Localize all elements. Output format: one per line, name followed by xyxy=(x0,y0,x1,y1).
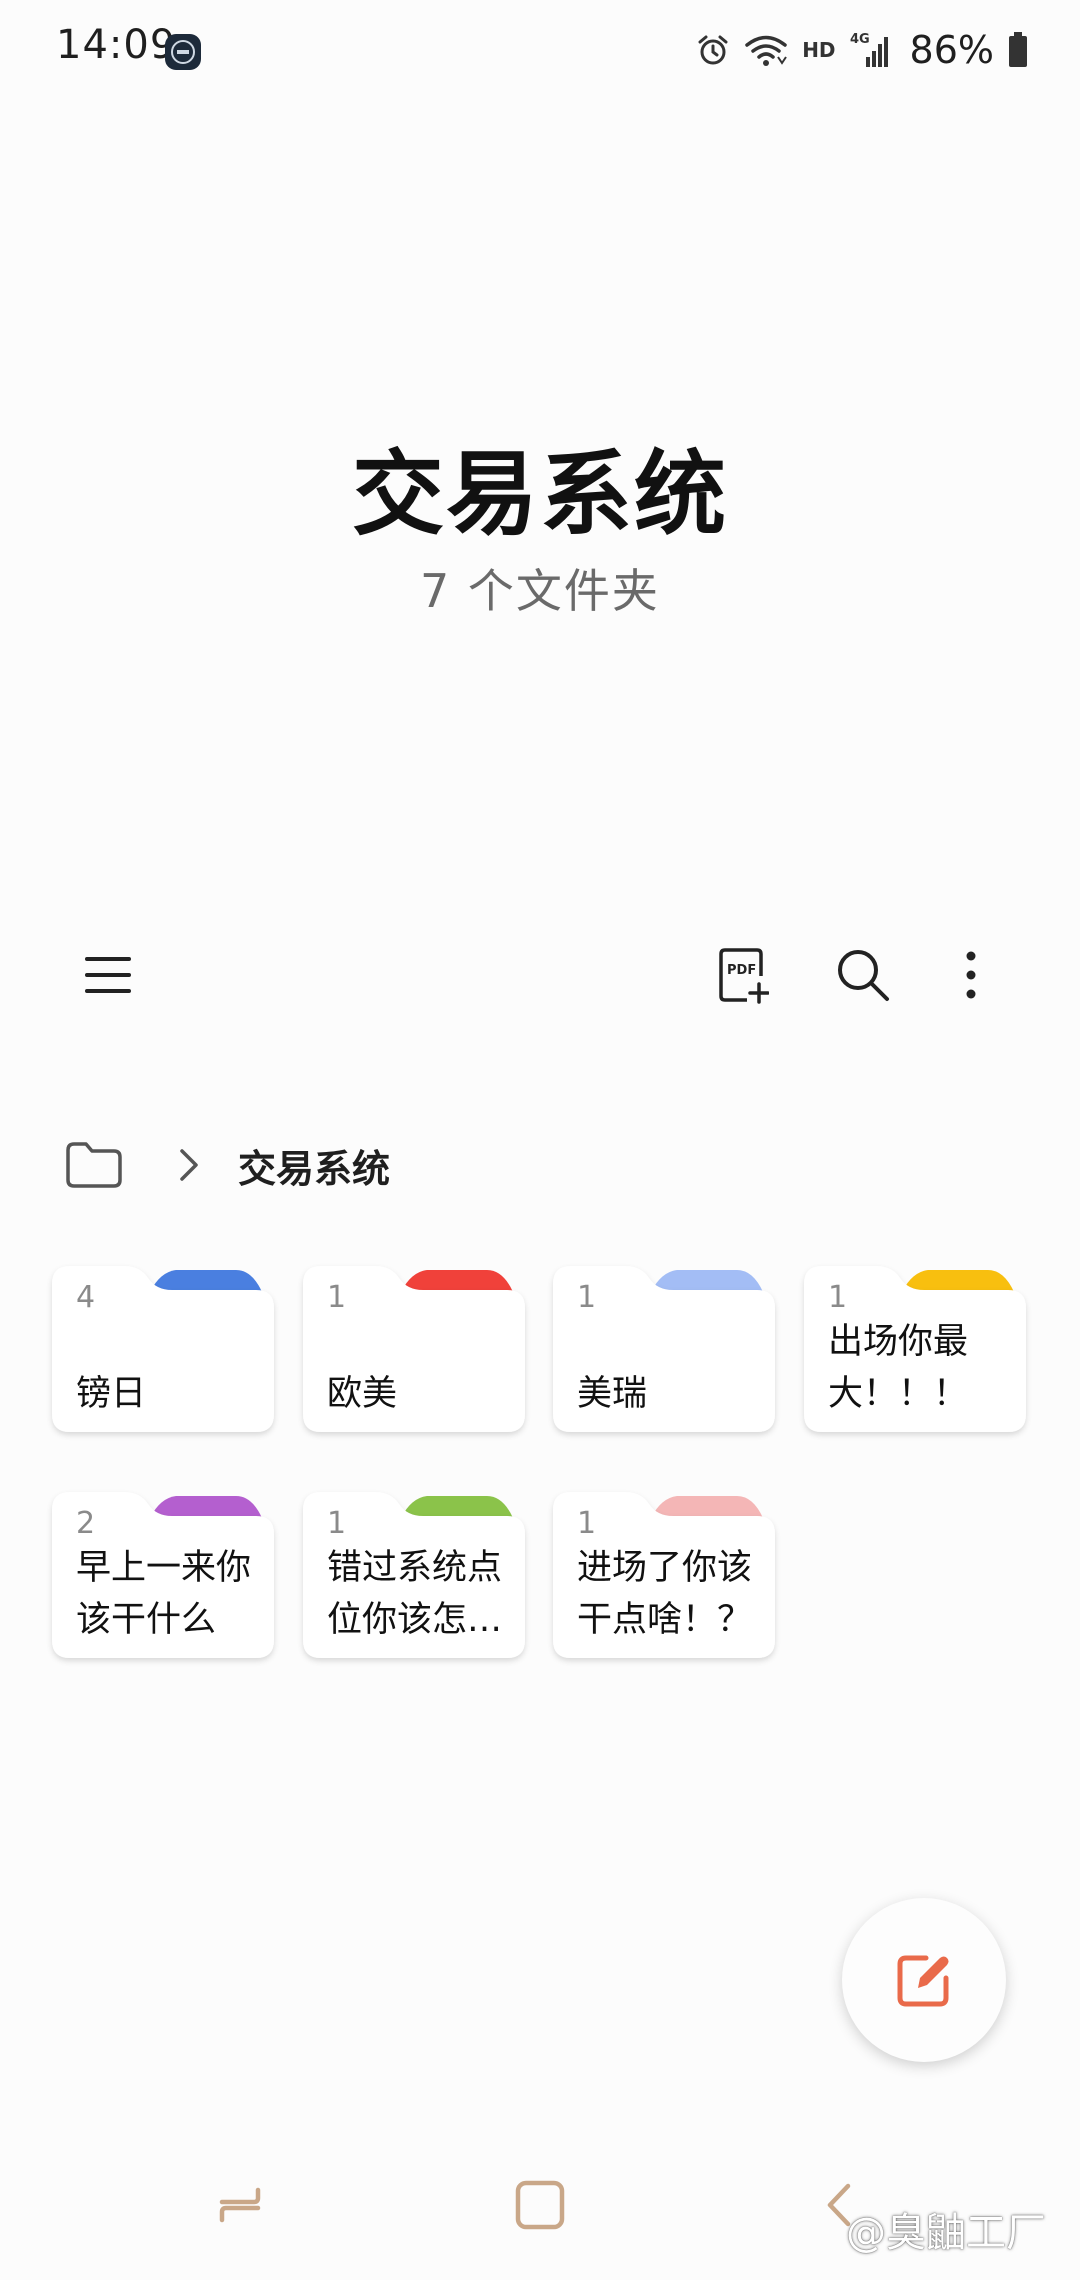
folder-color-tab xyxy=(651,1270,763,1292)
folder-note-count: 1 xyxy=(327,1280,347,1315)
breadcrumb: 交易系统 xyxy=(64,1130,390,1200)
folder-note-count: 4 xyxy=(76,1280,96,1315)
svg-text:PDF: PDF xyxy=(727,963,756,978)
chevron-right-icon xyxy=(180,1149,198,1181)
breadcrumb-current: 交易系统 xyxy=(238,1146,391,1191)
folder-note-count: 1 xyxy=(327,1506,347,1541)
search-icon xyxy=(838,950,889,1001)
watch-face-icon xyxy=(165,34,201,70)
folder-note-count: 2 xyxy=(76,1506,96,1541)
folder-card[interactable]: 4 镑日 xyxy=(52,1262,274,1434)
folder-count-subtitle: 7 个文件夹 xyxy=(420,564,660,618)
home-button[interactable] xyxy=(500,2170,580,2240)
folder-color-tab xyxy=(902,1270,1014,1292)
more-options-button[interactable] xyxy=(931,935,1011,1015)
folder-card[interactable]: 1 错过系统点位你该怎么办 xyxy=(303,1488,525,1660)
folder-note-count: 1 xyxy=(577,1280,597,1315)
folder-name: 错过系统点位你该怎么办 xyxy=(327,1548,503,1640)
page-title: 交易系统 xyxy=(351,441,728,548)
folder-card[interactable]: 1 欧美 xyxy=(303,1262,525,1434)
folder-name: 早上一来你该干什么 xyxy=(76,1548,252,1640)
folder-name: 欧美 xyxy=(327,1374,398,1414)
recent-apps-icon xyxy=(219,2187,261,2223)
folder-name: 美瑞 xyxy=(577,1374,648,1414)
folder-note-count: 1 xyxy=(828,1280,848,1315)
home-icon xyxy=(515,2180,565,2230)
folder-icon[interactable] xyxy=(64,1140,124,1190)
folder-color-tab xyxy=(401,1270,513,1292)
folder-name: 出场你最大！！！ xyxy=(828,1322,969,1414)
folder-color-tab xyxy=(651,1496,763,1518)
compose-note-button[interactable] xyxy=(842,1898,1006,2062)
more-vertical-icon xyxy=(966,951,976,999)
folder-card[interactable]: 1 美瑞 xyxy=(553,1262,775,1434)
notes-folder-screen: 14:09 HD 4G 86% 交易系统 7 个文件夹 PDF 交易系统 4 镑… xyxy=(0,0,1080,2280)
folder-color-tab xyxy=(150,1270,262,1292)
battery-icon xyxy=(1009,32,1027,67)
pdf-add-icon: PDF xyxy=(719,948,769,1004)
alarm-icon xyxy=(698,35,728,65)
folder-name: 进场了你该干点啥！？ xyxy=(577,1548,753,1640)
wifi-icon xyxy=(745,35,788,66)
folder-name: 镑日 xyxy=(76,1374,147,1414)
pdf-import-button[interactable]: PDF xyxy=(703,935,783,1015)
hamburger-menu-icon xyxy=(85,957,131,993)
svg-text:4G: 4G xyxy=(850,32,870,47)
battery-percent: 86% xyxy=(909,28,994,72)
signal-4g-icon: 4G xyxy=(850,32,888,67)
watermark: @臭鼬工厂 xyxy=(846,2210,1046,2256)
folder-card[interactable]: 1 进场了你该干点啥！？ xyxy=(553,1488,775,1660)
search-button[interactable] xyxy=(823,935,903,1015)
compose-note-icon xyxy=(897,1955,949,2007)
hd-label: HD xyxy=(802,38,836,62)
folder-note-count: 1 xyxy=(577,1506,597,1541)
folder-color-tab xyxy=(401,1496,513,1518)
status-time: 14:09 xyxy=(56,22,177,68)
status-bar: 14:09 HD 4G 86% xyxy=(0,0,1080,100)
menu-button[interactable] xyxy=(68,935,148,1015)
recent-apps-button[interactable] xyxy=(200,2170,280,2240)
folder-card[interactable]: 1 出场你最大！！！ xyxy=(804,1262,1026,1434)
folder-card[interactable]: 2 早上一来你该干什么 xyxy=(52,1488,274,1660)
status-icons: HD 4G 86% xyxy=(696,26,1028,74)
folder-color-tab xyxy=(150,1496,262,1518)
